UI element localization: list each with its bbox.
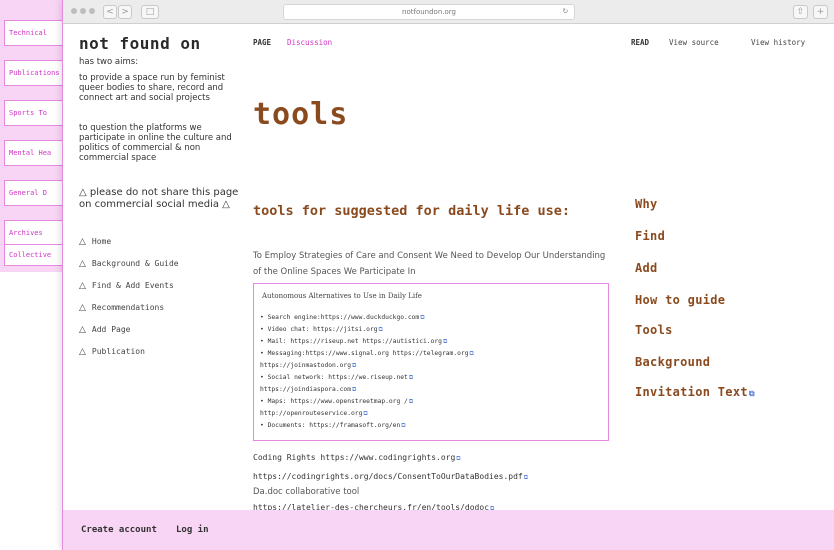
triangle-icon: △ (79, 281, 86, 291)
tab-discussion[interactable]: Discussion (287, 38, 332, 47)
back-button[interactable]: < (103, 5, 117, 19)
nav-home[interactable]: △ Home (79, 237, 111, 247)
right-nav-add[interactable]: Add (635, 261, 658, 275)
tab-view-history[interactable]: View history (751, 38, 805, 47)
background-tab[interactable]: General D (4, 180, 70, 206)
log-in-link[interactable]: Log in (176, 525, 209, 535)
right-nav-how-to-guide[interactable]: How to guide (635, 293, 725, 307)
external-link-icon: ⧉ (363, 410, 368, 417)
right-nav-find[interactable]: Find (635, 229, 665, 243)
new-tab-icon[interactable]: + (813, 5, 828, 19)
nav-recommendations[interactable]: △ Recommendations (79, 303, 164, 313)
page-footer: Create account Log in (63, 510, 834, 550)
zoom-window-dot[interactable] (89, 8, 95, 14)
right-nav-background[interactable]: Background (635, 355, 710, 369)
box-link-line[interactable]: https://joindiaspora.com⧉ (260, 386, 356, 394)
triangle-icon: △ (79, 259, 86, 269)
aim-one-text: to provide a space run by feminist queer… (79, 73, 225, 103)
right-nav-tools[interactable]: Tools (635, 323, 673, 337)
box-link-line[interactable]: • Messaging:https://www.signal.org https… (260, 350, 474, 358)
tab-view-source[interactable]: View source (669, 38, 719, 47)
create-account-link[interactable]: Create account (81, 525, 157, 535)
external-link-icon: ⧉ (352, 362, 357, 369)
triangle-icon: △ (79, 347, 86, 357)
external-link-icon: ⧉ (352, 386, 357, 393)
nav-add-page[interactable]: △ Add Page (79, 325, 130, 335)
background-tab[interactable]: Archives (4, 220, 70, 246)
box-link-line[interactable]: • Mail: https://riseup.net https://autis… (260, 338, 447, 346)
background-tab[interactable]: Collective (4, 244, 70, 266)
external-link-icon: ⧉ (420, 314, 425, 321)
nav-find-add-events[interactable]: △ Find & Add Events (79, 281, 174, 291)
close-window-dot[interactable] (71, 8, 77, 14)
nav-background-guide[interactable]: △ Background & Guide (79, 259, 179, 269)
external-link-icon: ⧉ (442, 338, 448, 345)
page-title: tools (253, 97, 349, 132)
forward-button[interactable]: > (118, 5, 132, 19)
box-link-line[interactable]: • Search engine:https://www.duckduckgo.c… (260, 314, 425, 322)
nav-publication[interactable]: △ Publication (79, 347, 145, 357)
consent-pdf-link[interactable]: https://codingrights.org/docs/ConsentToO… (253, 472, 528, 482)
box-link-line[interactable]: https://joinmastodon.org⧉ (260, 362, 356, 370)
background-tab[interactable]: Publications (4, 60, 70, 86)
share-warning: △ please do not share this page on comme… (79, 187, 239, 210)
external-link-icon: ⧉ (523, 474, 529, 481)
tab-read[interactable]: READ (631, 38, 649, 47)
background-tab[interactable]: Technical (4, 20, 70, 46)
minimize-window-dot[interactable] (80, 8, 86, 14)
external-link-icon: ⧉ (456, 455, 461, 462)
box-link-line[interactable]: • Video chat: https://jitsi.org⧉ (260, 326, 383, 334)
address-bar[interactable]: notfoundon.org ↻ (283, 4, 575, 20)
triangle-icon: △ (79, 303, 86, 313)
external-link-icon: ⧉ (408, 374, 414, 381)
external-link-icon: ⧉ (401, 422, 406, 429)
url-text: notfoundon.org (402, 8, 456, 16)
tab-page[interactable]: PAGE (253, 38, 271, 47)
background-tab[interactable]: Mental Hea (4, 140, 70, 166)
external-link-icon: ⧉ (408, 398, 414, 405)
right-nav-invitation-text[interactable]: Invitation Text⧉ (635, 385, 755, 399)
section-heading: tools for suggested for daily life use: (253, 203, 570, 219)
external-link-icon: ⧉ (469, 350, 474, 357)
triangle-icon: △ (79, 325, 86, 335)
site-logo[interactable]: not found on (79, 34, 201, 53)
background-tab[interactable]: Sports To (4, 100, 70, 126)
browser-toolbar: < > □ notfoundon.org ↻ ⇧ + (63, 0, 834, 24)
sidebar-toggle-icon[interactable]: □ (141, 5, 159, 19)
alternatives-box: Autonomous Alternatives to Use in Daily … (253, 283, 609, 441)
box-link-line[interactable]: • Maps: https://www.openstreetmap.org /⧉ (260, 398, 413, 406)
external-link-icon: ⧉ (748, 389, 755, 398)
browser-window: < > □ notfoundon.org ↻ ⇧ + not found on … (62, 0, 834, 550)
section-subtitle: To Employ Strategies of Care and Consent… (253, 251, 606, 277)
coding-rights-link[interactable]: Coding Rights https://www.codingrights.o… (253, 453, 461, 463)
triangle-icon: △ (79, 237, 86, 247)
reload-icon[interactable]: ↻ (563, 6, 568, 16)
page-content: not found on has two aims: to provide a … (63, 25, 834, 550)
box-link-line[interactable]: http://openrouteservice.org⧉ (260, 410, 368, 418)
box-link-line[interactable]: • Documents: https://framasoft.org/en⧉ (260, 422, 406, 430)
dadoc-text: Da.doc collaborative tool (253, 487, 360, 497)
box-link-line[interactable]: • Social network: https://we.riseup.net⧉ (260, 374, 413, 382)
box-title: Autonomous Alternatives to Use in Daily … (262, 292, 422, 300)
intro-text: has two aims: (79, 57, 139, 67)
external-link-icon: ⧉ (378, 326, 383, 333)
right-nav-why[interactable]: Why (635, 197, 658, 211)
share-icon[interactable]: ⇧ (793, 5, 808, 19)
aim-two-text: to question the platforms we participate… (79, 123, 232, 163)
